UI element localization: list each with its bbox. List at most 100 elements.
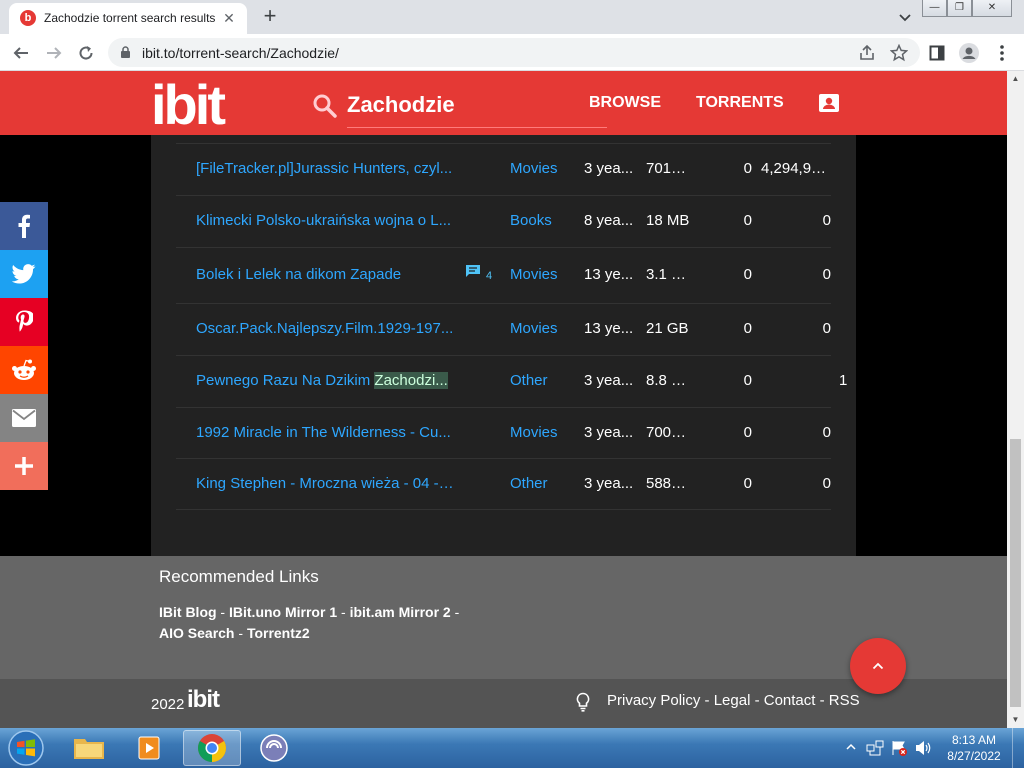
back-to-top-button[interactable]: [850, 638, 906, 694]
rss-link[interactable]: RSS: [829, 692, 860, 709]
result-row[interactable]: Oscar.Pack.Najlepszy.Film.1929-197... Mo…: [176, 303, 831, 355]
result-leechers: 0: [822, 212, 831, 229]
close-window-button[interactable]: ✕: [972, 0, 1012, 17]
result-seeders: 0: [743, 320, 752, 337]
rec-link-ibit-blog[interactable]: IBit Blog: [159, 604, 217, 620]
network-icon[interactable]: [866, 739, 884, 757]
address-bar[interactable]: ibit.to/torrent-search/Zachodzie/: [108, 38, 920, 67]
browser-menu-button[interactable]: [991, 42, 1013, 64]
side-panel-button[interactable]: [926, 42, 948, 64]
pinterest-icon: [16, 310, 33, 332]
system-tray: [840, 732, 950, 764]
taskbar-chrome[interactable]: [183, 730, 241, 766]
rec-link-torrentz2[interactable]: Torrentz2: [247, 625, 310, 641]
back-arrow-icon: [13, 47, 28, 59]
comment-icon: [466, 265, 480, 277]
comment-count[interactable]: 4: [465, 264, 495, 282]
action-center-flag-icon[interactable]: [890, 739, 908, 757]
torrent-client-icon: [260, 734, 288, 762]
restore-button[interactable]: ❐: [947, 0, 972, 17]
taskbar-torrent-client[interactable]: [245, 730, 303, 766]
result-category-link[interactable]: Movies: [510, 160, 570, 177]
rec-link-aio-search[interactable]: AIO Search: [159, 625, 234, 641]
result-name-link[interactable]: 1992 Miracle in The Wilderness - Cu...: [196, 424, 454, 441]
result-category-link[interactable]: Movies: [510, 320, 570, 337]
site-logo[interactable]: ibit: [151, 77, 226, 133]
tab-search-chevron-icon[interactable]: [895, 7, 915, 27]
browser-tab[interactable]: b Zachodzie torrent search results ✕: [9, 3, 247, 34]
result-row[interactable]: King Stephen - Mroczna wieża - 04 - ... …: [176, 458, 831, 510]
result-leechers: 1: [839, 372, 848, 389]
result-category-link[interactable]: Movies: [510, 424, 570, 441]
new-tab-button[interactable]: +: [258, 4, 282, 28]
result-category-link[interactable]: Books: [510, 212, 570, 229]
result-name-link[interactable]: [FileTracker.pl]Jurassic Hunters, czyl..…: [196, 160, 454, 177]
chevron-up-icon: [872, 662, 884, 670]
result-leechers: 0: [822, 424, 831, 441]
result-row[interactable]: 1992 Miracle in The Wilderness - Cu... M…: [176, 407, 831, 458]
reload-icon: [79, 46, 93, 60]
share-more-button[interactable]: [0, 442, 48, 490]
result-name-link[interactable]: Pewnego Razu Na Dzikim Zachodzi...: [196, 372, 454, 389]
site-favicon-icon: b: [20, 10, 36, 26]
scrollbar-thumb[interactable]: [1010, 439, 1021, 707]
taskbar-media-player[interactable]: [121, 730, 179, 766]
side-panel-icon: [929, 45, 945, 61]
result-row[interactable]: Klimecki Polsko-ukraińska wojna o L... B…: [176, 195, 831, 247]
share-pinterest-button[interactable]: [0, 298, 48, 346]
result-name-link[interactable]: Klimecki Polsko-ukraińska wojna o L...: [196, 212, 454, 229]
footer-logo[interactable]: ibit: [187, 686, 220, 714]
rec-link-ibit-am[interactable]: ibit.am Mirror 2: [350, 604, 451, 620]
reload-button[interactable]: [73, 40, 99, 66]
account-icon[interactable]: [819, 94, 839, 112]
results-panel: [FileTracker.pl]Jurassic Hunters, czyl..…: [151, 135, 856, 556]
result-category-link[interactable]: Other: [510, 475, 570, 492]
result-size: 18 MB: [646, 212, 690, 229]
share-twitter-button[interactable]: [0, 250, 48, 298]
bookmark-star-icon[interactable]: [890, 44, 908, 62]
result-category-link[interactable]: Other: [510, 372, 570, 389]
lightbulb-icon[interactable]: [575, 692, 591, 712]
result-row[interactable]: Bolek i Lelek na dikom Zapade 4 Movies 1…: [176, 247, 831, 303]
scroll-up-arrow-icon[interactable]: ▲: [1011, 74, 1020, 83]
show-desktop-button[interactable]: [1012, 728, 1024, 768]
result-size: 701 MI: [646, 160, 690, 177]
window-controls: — ❐ ✕: [922, 0, 1012, 18]
tab-close-icon[interactable]: ✕: [220, 9, 238, 27]
result-size: 588 MI: [646, 475, 690, 492]
show-hidden-icons-icon[interactable]: [846, 742, 856, 752]
result-name-link[interactable]: Oscar.Pack.Najlepszy.Film.1929-197...: [196, 320, 454, 337]
lock-icon[interactable]: [120, 46, 131, 59]
share-reddit-button[interactable]: [0, 346, 48, 394]
browser-tab-strip: b Zachodzie torrent search results ✕ + —…: [0, 0, 1024, 34]
legal-link[interactable]: Legal: [714, 692, 751, 709]
result-category-link[interactable]: Movies: [510, 266, 570, 283]
search-icon[interactable]: [312, 93, 338, 119]
nav-browse-link[interactable]: BROWSE: [589, 94, 661, 112]
result-leechers: 0: [822, 475, 831, 492]
taskbar-clock[interactable]: 8:13 AM 8/27/2022: [944, 732, 1004, 764]
taskbar-file-explorer[interactable]: [60, 730, 118, 766]
profile-button[interactable]: [958, 42, 980, 64]
page-scrollbar[interactable]: ▲ ▼: [1007, 71, 1024, 728]
scroll-down-arrow-icon[interactable]: ▼: [1011, 715, 1020, 724]
header-search[interactable]: Zachodzie: [312, 85, 608, 128]
windows-start-button[interactable]: [4, 729, 48, 767]
search-input[interactable]: Zachodzie: [347, 92, 455, 118]
share-icon[interactable]: [858, 44, 876, 62]
result-name-link[interactable]: King Stephen - Mroczna wieża - 04 - ...: [196, 475, 454, 492]
result-age: 8 yea...: [584, 212, 634, 229]
contact-link[interactable]: Contact: [764, 692, 816, 709]
result-row[interactable]: Pewnego Razu Na Dzikim Zachodzi... Other…: [176, 355, 847, 407]
minimize-button[interactable]: —: [922, 0, 947, 17]
share-email-button[interactable]: [0, 394, 48, 442]
share-facebook-button[interactable]: [0, 202, 48, 250]
nav-torrents-link[interactable]: TORRENTS: [696, 94, 784, 112]
volume-icon[interactable]: [914, 739, 932, 757]
back-button[interactable]: [8, 40, 34, 66]
forward-button[interactable]: [41, 40, 67, 66]
rec-link-ibit-uno[interactable]: IBit.uno Mirror 1: [229, 604, 337, 620]
result-row[interactable]: [FileTracker.pl]Jurassic Hunters, czyl..…: [176, 143, 831, 195]
result-name-link[interactable]: Bolek i Lelek na dikom Zapade: [196, 266, 454, 283]
privacy-policy-link[interactable]: Privacy Policy: [607, 692, 700, 709]
